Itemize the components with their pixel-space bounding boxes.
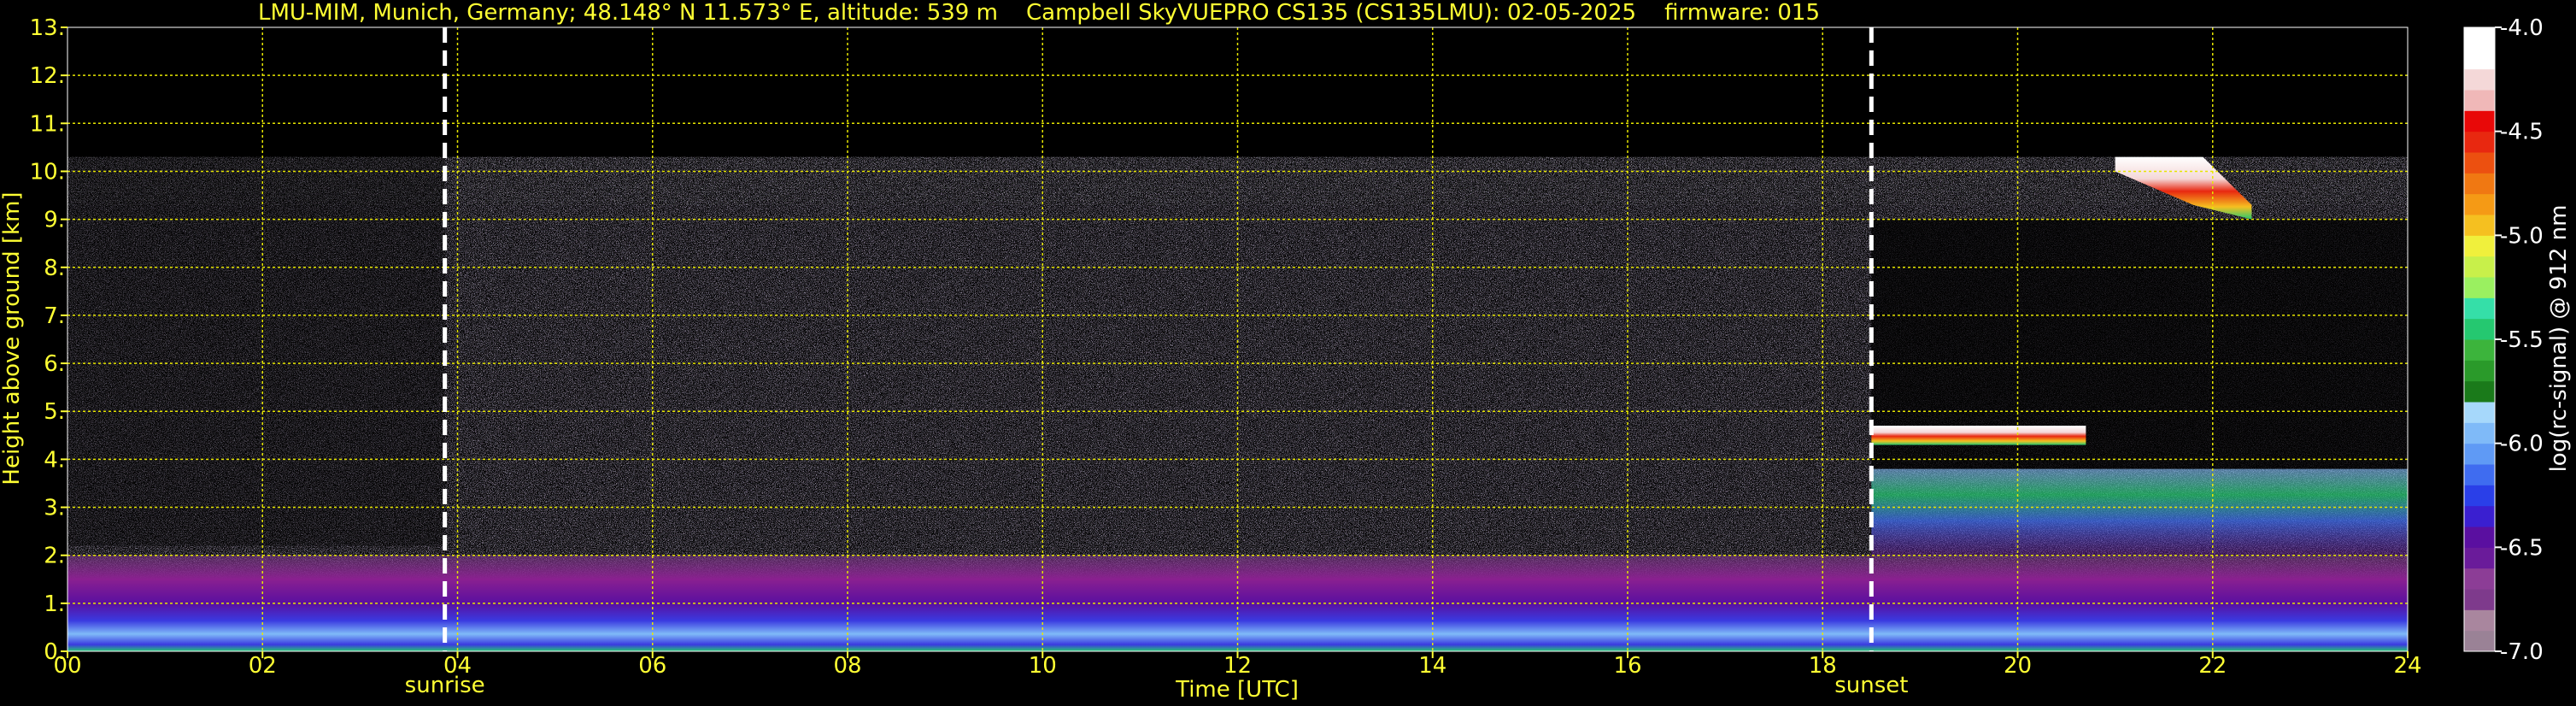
x-tick-label: 12 <box>1223 653 1252 679</box>
colorbar-segment <box>2464 527 2495 548</box>
colorbar-segment <box>2464 173 2495 195</box>
y-tick-label: 12. <box>30 63 65 89</box>
colorbar-segment <box>2464 90 2495 111</box>
colorbar-segment <box>2464 630 2495 652</box>
colorbar-segment <box>2464 152 2495 174</box>
colorbar-label: log(rc-signal) @ 912 nm <box>2546 205 2572 473</box>
sunset-label: sunset <box>1834 673 1908 698</box>
colorbar-segment <box>2464 505 2495 527</box>
aerosol-layer <box>1871 468 2408 556</box>
colorbar-segment <box>2464 485 2495 507</box>
colorbar-segment <box>2464 422 2495 444</box>
y-tick-label: 3. <box>44 496 65 521</box>
colorbar-segment <box>2464 360 2495 382</box>
x-tick-label: 16 <box>1613 653 1641 679</box>
colorbar-tick-label: -4.5 <box>2500 120 2544 145</box>
colorbar-segment <box>2464 256 2495 278</box>
colorbar-segment <box>2464 339 2495 361</box>
colorbar-segment <box>2464 297 2495 320</box>
y-tick-label: 5. <box>44 399 65 425</box>
y-tick-label: 11. <box>30 111 65 137</box>
colorbar-segment <box>2464 131 2495 153</box>
colorbar-tick-label: -6.0 <box>2500 432 2544 457</box>
y-tick-label: 10. <box>30 159 65 185</box>
y-tick-label: 7. <box>44 303 65 329</box>
y-tick-label: 1. <box>44 591 65 617</box>
y-axis-label: Height above ground [km] <box>0 191 25 485</box>
colorbar-segment <box>2464 68 2495 91</box>
colorbar-segment <box>2464 402 2495 423</box>
x-tick-label: 18 <box>1809 653 1837 679</box>
colorbar-segment <box>2464 547 2495 569</box>
colorbar-segment <box>2464 27 2495 49</box>
colorbar-segment <box>2464 380 2495 403</box>
x-axis-label: Time [UTC] <box>1175 677 1299 703</box>
x-tick-label: 06 <box>638 653 666 679</box>
colorbar-segment <box>2464 193 2495 215</box>
y-tick-label: 8. <box>44 256 65 281</box>
colorbar-tick-label: -4.0 <box>2500 15 2544 41</box>
x-tick-label: 14 <box>1418 653 1446 679</box>
colorbar-tick-label: -6.5 <box>2500 535 2544 561</box>
y-tick-label: 2. <box>44 544 65 569</box>
y-tick-label: 4. <box>44 447 65 473</box>
colorbar-segment <box>2464 589 2495 610</box>
colorbar-segment <box>2464 443 2495 465</box>
y-tick-label: 6. <box>44 351 65 377</box>
mid-level-cloud <box>1871 426 2086 445</box>
colorbar-segment <box>2464 215 2495 236</box>
x-tick-label: 08 <box>833 653 861 679</box>
colorbar-segment <box>2464 568 2495 590</box>
colorbar-segment <box>2464 277 2495 298</box>
x-tick-label: 04 <box>443 653 472 679</box>
ceilometer-chart: sunrise sunset0.1.2.3.4.5.6.7.8.9.10.11.1… <box>0 0 2576 706</box>
x-tick-label: 20 <box>2004 653 2032 679</box>
colorbar-segment <box>2464 48 2495 70</box>
night-dim-morning <box>67 156 445 546</box>
colorbar-segment <box>2464 110 2495 132</box>
colorbar-segment <box>2464 609 2495 632</box>
x-tick-label: 10 <box>1029 653 1057 679</box>
x-tick-label: 22 <box>2198 653 2227 679</box>
colorbar-segment <box>2464 464 2495 485</box>
colorbar-tick-label: -5.0 <box>2500 223 2544 249</box>
x-tick-label: 02 <box>249 653 277 679</box>
colorbar-tick-label: -5.5 <box>2500 327 2544 353</box>
x-tick-label: 24 <box>2393 653 2421 679</box>
colorbar-tick-label: -7.0 <box>2500 639 2544 665</box>
y-tick-label: 9. <box>44 208 65 233</box>
colorbar-segment <box>2464 318 2495 340</box>
chart-title: LMU-MIM, Munich, Germany; 48.148° N 11.5… <box>258 0 1820 26</box>
x-tick-label: 00 <box>53 653 81 679</box>
y-tick-label: 13. <box>30 15 65 41</box>
colorbar-segment <box>2464 235 2495 257</box>
